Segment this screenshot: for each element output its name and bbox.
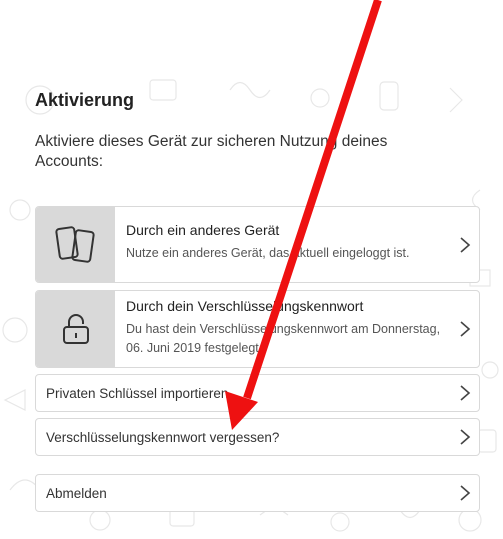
- chevron-right-icon: [451, 207, 479, 282]
- forgot-password-button[interactable]: Verschlüsselungskennwort vergessen?: [35, 418, 480, 456]
- import-private-key-label: Privaten Schlüssel importieren: [46, 385, 229, 401]
- chevron-right-icon: [451, 428, 479, 446]
- logout-button[interactable]: Abmelden: [35, 474, 480, 512]
- option-password-text: Durch dein Verschlüsselungskennwort Du h…: [115, 291, 451, 367]
- option-other-device-title: Durch ein anderes Gerät: [126, 222, 280, 238]
- activation-description: Aktiviere dieses Gerät zur sicheren Nutz…: [35, 133, 388, 170]
- activation-screen: Aktivierung Aktiviere dieses Gerät zur s…: [0, 0, 503, 539]
- chevron-right-icon: [451, 484, 479, 502]
- option-password-subtitle: Du hast dein Verschlüsselungskennwort am…: [126, 322, 441, 355]
- chevron-right-icon: [451, 384, 479, 402]
- activation-panel: Aktivierung Aktiviere dieses Gerät zur s…: [35, 88, 480, 172]
- devices-icon: [54, 225, 95, 263]
- logout-label: Abmelden: [46, 485, 107, 501]
- forgot-password-label: Verschlüsselungskennwort vergessen?: [46, 429, 280, 445]
- option-password-title: Durch dein Verschlüsselungskennwort: [126, 298, 364, 314]
- option-other-device-text: Durch ein anderes Gerät Nutze ein andere…: [115, 207, 451, 282]
- chevron-right-icon: [451, 291, 479, 367]
- lock-icon: [62, 314, 89, 344]
- option-password[interactable]: Durch dein Verschlüsselungskennwort Du h…: [35, 290, 480, 368]
- import-private-key-button[interactable]: Privaten Schlüssel importieren: [35, 374, 480, 412]
- option-other-device[interactable]: Durch ein anderes Gerät Nutze ein andere…: [35, 206, 480, 283]
- option-other-device-subtitle: Nutze ein anderes Gerät, das aktuell ein…: [126, 246, 410, 260]
- page-title: Aktivierung: [35, 90, 135, 110]
- lock-icon-box: [36, 291, 115, 367]
- devices-icon-box: [36, 207, 115, 282]
